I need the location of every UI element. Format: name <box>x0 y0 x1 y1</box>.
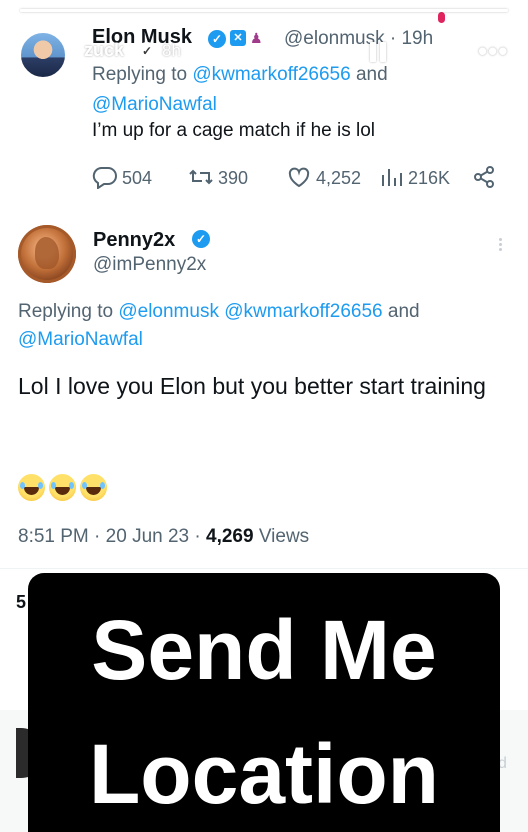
story-username[interactable]: zuck <box>84 40 124 61</box>
reply-count: 504 <box>122 168 153 188</box>
story-header: zuck ✓ 8h ••• <box>18 30 512 80</box>
tweet2-text: Lol I love you Elon but you better start… <box>18 373 486 399</box>
tears-of-joy-emoji-icon <box>18 474 45 501</box>
views-count: 216K <box>408 168 451 188</box>
tweet1-text: I’m up for a cage match if he is lol <box>92 120 376 141</box>
retweet-count: 390 <box>218 168 249 188</box>
replying-and: and <box>387 301 420 322</box>
verified-badge-icon: ✓ <box>192 230 210 248</box>
views-label: Views <box>258 526 310 547</box>
tweet2-display-name[interactable]: Penny2x <box>93 229 175 252</box>
story-time-ago: 8h <box>162 41 181 60</box>
mute-icon[interactable] <box>430 38 460 66</box>
replying-prefix: Replying to <box>18 301 114 322</box>
story-verified-icon: ✓ <box>138 42 156 60</box>
share-icon <box>474 166 494 188</box>
retweet-icon <box>189 169 213 185</box>
reply-button[interactable]: 504 <box>92 164 152 192</box>
speaker-muted-icon <box>433 41 458 61</box>
more-options-icon[interactable]: ••• <box>478 36 512 66</box>
tears-of-joy-emoji-icon <box>49 474 76 501</box>
retweet-button[interactable]: 390 <box>188 164 248 192</box>
views-icon <box>382 169 402 186</box>
sticker-line-2: Location <box>89 727 439 821</box>
recording-indicator-icon <box>438 12 445 23</box>
views-count: 4,269 <box>206 526 254 547</box>
pause-icon[interactable] <box>366 40 390 64</box>
like-button[interactable]: 4,252 <box>286 164 361 192</box>
tweet2-metadata: 8:51 PM · 20 Jun 23 · 4,269 Views <box>18 526 310 547</box>
divider <box>0 568 528 569</box>
story-progress-fill <box>20 9 489 12</box>
tweet2-replying-to: Replying to @elonmusk @kwmarkoff26656 an… <box>18 298 508 354</box>
like-icon <box>288 167 310 188</box>
sticker-line-1: Send Me <box>91 603 437 697</box>
text-sticker[interactable]: Send Me Location <box>28 573 500 832</box>
tweet-time[interactable]: 8:51 PM <box>18 526 89 547</box>
story-avatar[interactable] <box>18 30 68 80</box>
mention-link[interactable]: @MarioNawfal <box>92 94 217 115</box>
tweet2-handle[interactable]: @imPenny2x <box>93 254 206 276</box>
penny-coin-portrait <box>35 237 59 269</box>
mention-link[interactable]: @kwmarkoff26656 <box>224 301 382 322</box>
story-frame: Elon Musk ✓ ✕ ♟ @elonmusk · 19h Replying t… <box>0 0 528 832</box>
views-button[interactable]: 216K <box>380 164 450 192</box>
tweet1-action-bar: 504 390 4,252 216K <box>92 164 502 192</box>
tweet-date[interactable]: 20 Jun 23 <box>106 526 189 547</box>
reply-icon <box>92 167 117 190</box>
laughing-emoji-row <box>18 474 111 504</box>
more-options-icon[interactable] <box>495 236 505 258</box>
penny2x-avatar[interactable] <box>18 225 76 283</box>
stats-peek-number: 5 <box>16 592 27 612</box>
mention-link[interactable]: @elonmusk <box>118 301 219 322</box>
share-button[interactable] <box>472 164 500 192</box>
like-count: 4,252 <box>316 168 362 188</box>
tears-of-joy-emoji-icon <box>80 474 107 501</box>
story-progress-bar <box>20 9 508 12</box>
mention-link[interactable]: @MarioNawfal <box>18 329 143 350</box>
